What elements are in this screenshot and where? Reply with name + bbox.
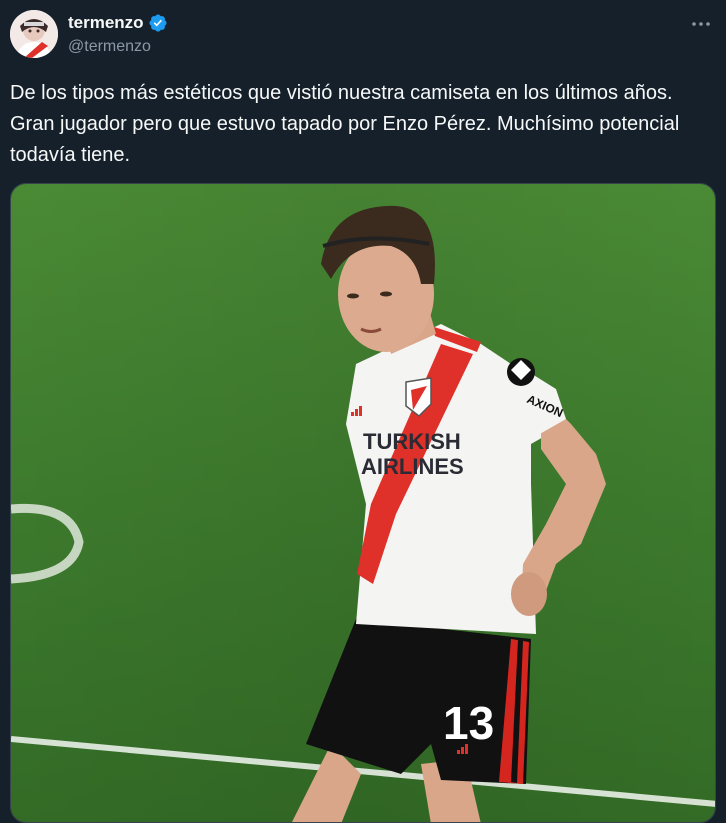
tweet-media-photo[interactable]: AXION TURKISH AIRLINES 13	[10, 183, 716, 823]
tweet-header: termenzo @termenzo	[10, 10, 716, 62]
user-handle[interactable]: @termenzo	[68, 38, 168, 56]
shirt-sponsor-line2: AIRLINES	[361, 454, 464, 479]
display-name-row: termenzo	[68, 12, 168, 34]
avatar[interactable]	[10, 10, 58, 58]
verified-badge-icon[interactable]	[148, 13, 168, 33]
tweet-text: De los tipos más estéticos que vistió nu…	[10, 82, 685, 166]
avatar-image	[10, 10, 58, 58]
tweet-card[interactable]: termenzo @termenzo De los tipos más esté…	[0, 0, 726, 823]
author-info: termenzo @termenzo	[68, 12, 168, 56]
display-name[interactable]: termenzo	[68, 13, 144, 33]
shorts-number: 13	[443, 697, 494, 749]
shirt-sponsor-line1: TURKISH	[363, 429, 461, 454]
football-player-photo: AXION TURKISH AIRLINES 13	[11, 184, 715, 822]
more-horizontal-icon[interactable]	[688, 14, 714, 34]
